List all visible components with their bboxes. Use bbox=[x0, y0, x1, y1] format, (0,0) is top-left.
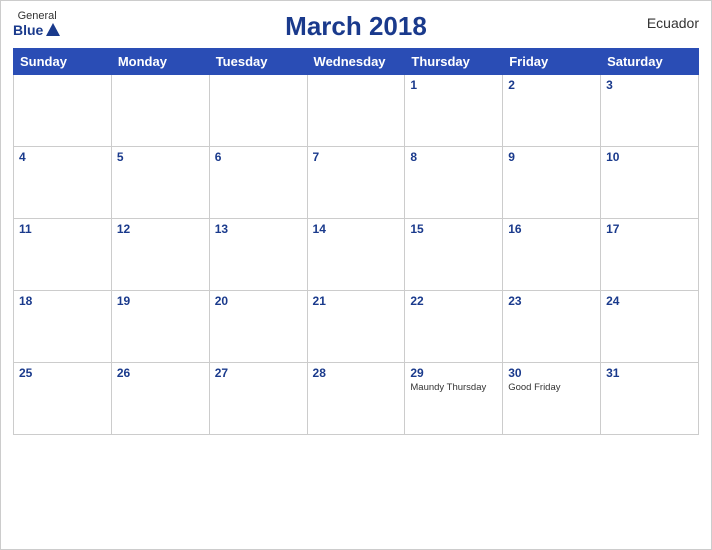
month-title: March 2018 bbox=[285, 11, 427, 42]
day-number: 25 bbox=[19, 366, 106, 380]
col-tuesday: Tuesday bbox=[209, 49, 307, 75]
calendar-day-cell: 19 bbox=[111, 291, 209, 363]
calendar-container: General Blue March 2018 Ecuador Sunday M… bbox=[0, 0, 712, 550]
calendar-day-cell: 26 bbox=[111, 363, 209, 435]
weekday-header-row: Sunday Monday Tuesday Wednesday Thursday… bbox=[14, 49, 699, 75]
calendar-day-cell: 31 bbox=[601, 363, 699, 435]
calendar-day-cell bbox=[209, 75, 307, 147]
calendar-day-cell: 16 bbox=[503, 219, 601, 291]
calendar-day-cell: 22 bbox=[405, 291, 503, 363]
col-sunday: Sunday bbox=[14, 49, 112, 75]
calendar-day-cell: 13 bbox=[209, 219, 307, 291]
holiday-label: Maundy Thursday bbox=[410, 382, 497, 393]
day-number: 13 bbox=[215, 222, 302, 236]
calendar-week-row: 18 19 20 21 22 23 24 bbox=[14, 291, 699, 363]
calendar-table: Sunday Monday Tuesday Wednesday Thursday… bbox=[13, 48, 699, 435]
calendar-day-cell: 4 bbox=[14, 147, 112, 219]
day-number: 20 bbox=[215, 294, 302, 308]
col-wednesday: Wednesday bbox=[307, 49, 405, 75]
logo: General Blue bbox=[13, 11, 61, 38]
day-number: 5 bbox=[117, 150, 204, 164]
calendar-day-cell: 27 bbox=[209, 363, 307, 435]
calendar-day-cell: 7 bbox=[307, 147, 405, 219]
calendar-day-cell: 8 bbox=[405, 147, 503, 219]
calendar-day-cell: 30 Good Friday bbox=[503, 363, 601, 435]
logo-blue-text: Blue bbox=[13, 22, 61, 38]
calendar-day-cell: 11 bbox=[14, 219, 112, 291]
calendar-day-cell: 24 bbox=[601, 291, 699, 363]
calendar-day-cell: 20 bbox=[209, 291, 307, 363]
calendar-header: General Blue March 2018 Ecuador bbox=[13, 11, 699, 42]
day-number: 22 bbox=[410, 294, 497, 308]
day-number: 26 bbox=[117, 366, 204, 380]
calendar-body: 1234567891011121314151617181920212223242… bbox=[14, 75, 699, 435]
day-number: 21 bbox=[313, 294, 400, 308]
day-number: 23 bbox=[508, 294, 595, 308]
day-number: 19 bbox=[117, 294, 204, 308]
day-number: 18 bbox=[19, 294, 106, 308]
day-number: 6 bbox=[215, 150, 302, 164]
col-saturday: Saturday bbox=[601, 49, 699, 75]
calendar-day-cell: 14 bbox=[307, 219, 405, 291]
calendar-day-cell: 1 bbox=[405, 75, 503, 147]
day-number: 27 bbox=[215, 366, 302, 380]
calendar-day-cell: 17 bbox=[601, 219, 699, 291]
day-number: 17 bbox=[606, 222, 693, 236]
calendar-day-cell: 15 bbox=[405, 219, 503, 291]
calendar-day-cell: 2 bbox=[503, 75, 601, 147]
calendar-day-cell: 29 Maundy Thursday bbox=[405, 363, 503, 435]
day-number: 28 bbox=[313, 366, 400, 380]
day-number: 30 bbox=[508, 366, 595, 380]
calendar-day-cell: 12 bbox=[111, 219, 209, 291]
calendar-day-cell: 10 bbox=[601, 147, 699, 219]
calendar-day-cell: 28 bbox=[307, 363, 405, 435]
logo-icon bbox=[45, 22, 61, 38]
day-number: 8 bbox=[410, 150, 497, 164]
calendar-day-cell: 9 bbox=[503, 147, 601, 219]
calendar-day-cell: 3 bbox=[601, 75, 699, 147]
day-number: 11 bbox=[19, 222, 106, 236]
country-label: Ecuador bbox=[647, 15, 699, 31]
day-number: 9 bbox=[508, 150, 595, 164]
day-number: 29 bbox=[410, 366, 497, 380]
calendar-day-cell: 6 bbox=[209, 147, 307, 219]
calendar-day-cell: 25 bbox=[14, 363, 112, 435]
calendar-day-cell bbox=[307, 75, 405, 147]
holiday-label: Good Friday bbox=[508, 382, 595, 393]
day-number: 24 bbox=[606, 294, 693, 308]
calendar-week-row: 123 bbox=[14, 75, 699, 147]
calendar-day-cell: 21 bbox=[307, 291, 405, 363]
calendar-week-row: 11 12 13 14 15 16 17 bbox=[14, 219, 699, 291]
day-number: 4 bbox=[19, 150, 106, 164]
day-number: 1 bbox=[410, 78, 497, 92]
calendar-day-cell: 23 bbox=[503, 291, 601, 363]
calendar-week-row: 456789 10 bbox=[14, 147, 699, 219]
logo-general-text: General bbox=[18, 11, 57, 22]
calendar-day-cell bbox=[111, 75, 209, 147]
day-number: 7 bbox=[313, 150, 400, 164]
col-thursday: Thursday bbox=[405, 49, 503, 75]
day-number: 15 bbox=[410, 222, 497, 236]
day-number: 3 bbox=[606, 78, 693, 92]
day-number: 16 bbox=[508, 222, 595, 236]
day-number: 12 bbox=[117, 222, 204, 236]
calendar-day-cell: 18 bbox=[14, 291, 112, 363]
col-friday: Friday bbox=[503, 49, 601, 75]
calendar-week-row: 25 26 27 28 29 Maundy Thursday 30 Good Friday 31 bbox=[14, 363, 699, 435]
col-monday: Monday bbox=[111, 49, 209, 75]
day-number: 14 bbox=[313, 222, 400, 236]
day-number: 31 bbox=[606, 366, 693, 380]
day-number: 2 bbox=[508, 78, 595, 92]
calendar-day-cell: 5 bbox=[111, 147, 209, 219]
day-number: 10 bbox=[606, 150, 693, 164]
calendar-day-cell bbox=[14, 75, 112, 147]
